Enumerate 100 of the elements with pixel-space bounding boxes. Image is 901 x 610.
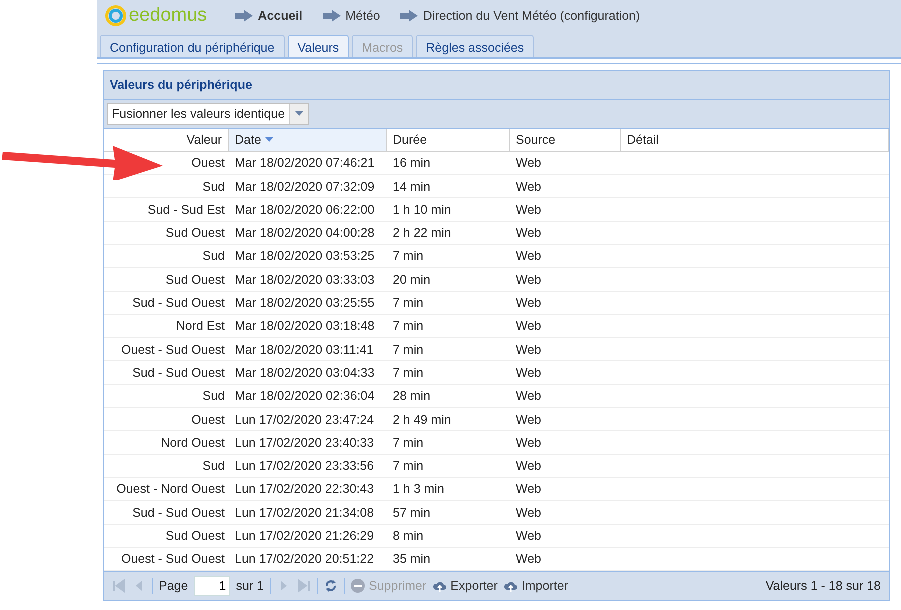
table-cell-text: Nord Ouest: [160, 434, 226, 452]
table-cell-text: 7 min: [392, 318, 425, 336]
page-field[interactable]: 1: [194, 576, 230, 596]
table-cell-text: Mar 18/02/2020 03:04:33: [234, 364, 376, 382]
table-cell-text: 35 min: [392, 551, 432, 568]
table-cell-text: Mar 18/02/2020 03:25:55: [234, 295, 376, 312]
table-cell-text: Mar 18/02/2020 03:18:48: [234, 318, 376, 336]
page-count: sur 1: [236, 578, 264, 593]
table-cell-text: Mar 18/02/2020 04:00:28: [234, 225, 376, 242]
caret-icon: [294, 110, 304, 117]
table-cell-text: Web: [515, 318, 542, 336]
table-cell-text: Mar 18/02/2020 06:22:00: [234, 202, 376, 219]
table-cell-text: Ouest: [190, 412, 226, 429]
refresh-icon: [324, 578, 338, 593]
table-cell-text: Sud Ouest: [164, 272, 226, 289]
table-cell-text: Web: [515, 178, 542, 196]
table-cell-text: Web: [515, 458, 542, 476]
tab[interactable]: Configuration du périphérique: [100, 34, 285, 57]
logo-icon: [105, 5, 127, 28]
tab[interactable]: Valeurs: [288, 34, 350, 57]
breadcrumb-link[interactable]: Accueil: [258, 9, 303, 24]
table-cell-text: 14 min: [392, 178, 432, 196]
sort-icon: [265, 136, 274, 143]
column-header[interactable]: Détail: [621, 128, 889, 152]
table-cell-text: Sud Ouest: [164, 528, 226, 546]
table-cell-text: Sud - Sud Ouest: [132, 504, 226, 522]
table-cell-text: Mar 18/02/2020 03:11:41: [234, 342, 375, 359]
table-cell-text: Sud: [202, 178, 226, 196]
column-header[interactable]: Source: [510, 128, 621, 152]
table-cell-text: Mar 18/02/2020 03:33:03: [234, 272, 376, 289]
first-page-icon: [112, 578, 126, 593]
table-cell-text: Web: [515, 202, 542, 219]
table-cell-text: Sud - Sud Ouest: [132, 295, 226, 312]
table-cell-text: Web: [515, 248, 542, 266]
table-cell-text: 7 min: [392, 364, 425, 382]
table-cell-text: Lun 17/02/2020 22:30:43: [234, 481, 376, 498]
column-header[interactable]: Durée: [387, 128, 510, 152]
table-cell-text: Web: [515, 272, 542, 289]
logo-text: eedomus: [129, 5, 208, 28]
table-cell-text: 1 h 3 min: [392, 481, 446, 498]
table-cell-text: Web: [515, 434, 542, 452]
table-cell-text: Web: [515, 295, 542, 312]
column-header[interactable]: Date: [229, 128, 387, 152]
table-cell-text: Mar 18/02/2020 07:46:21: [234, 155, 376, 172]
table-cell-text: Web: [515, 551, 542, 568]
table-cell-text: Sud: [202, 248, 226, 266]
arrow-icon: [235, 10, 254, 22]
import-button[interactable]: Importer: [504, 578, 568, 593]
table-cell-text: Sud: [202, 458, 226, 476]
table-cell-text: Sud - Sud Ouest: [132, 364, 226, 382]
table-cell-text: Web: [515, 342, 542, 359]
table-cell-text: Ouest - Sud Ouest: [120, 342, 226, 359]
table-cell-text: Ouest - Nord Ouest: [116, 481, 226, 498]
panel-title: Valeurs du périphérique: [104, 70, 889, 100]
table-cell-text: Web: [515, 388, 542, 406]
table-cell-text: 7 min: [392, 434, 425, 452]
table-cell-text: 28 min: [392, 388, 432, 406]
table-cell-text: 2 h 49 min: [392, 412, 452, 429]
table-cell-text: Web: [515, 155, 542, 172]
table-cell-text: Lun 17/02/2020 20:51:22: [234, 551, 376, 568]
tab[interactable]: Règles associées: [416, 34, 534, 57]
table-cell-text: Lun 17/02/2020 23:47:24: [234, 412, 376, 429]
table-cell-text: 7 min: [392, 295, 425, 312]
table-cell-text: Mar 18/02/2020 03:53:25: [234, 248, 376, 266]
table-cell-text: 20 min: [392, 272, 432, 289]
column-header[interactable]: Valeur: [104, 128, 229, 152]
arrow-icon: [400, 10, 418, 22]
breadcrumb-link[interactable]: Météo: [346, 9, 380, 24]
table-cell-text: Web: [515, 225, 542, 242]
page-label: Page: [159, 578, 188, 593]
breadcrumb-link[interactable]: Direction du Vent Météo (configuration): [423, 9, 640, 24]
table-cell-text: Ouest - Sud Ouest: [120, 551, 226, 568]
table-cell-text: 8 min: [392, 528, 425, 546]
table-cell-text: Web: [515, 412, 542, 429]
table-cell-text: Nord Est: [175, 318, 226, 336]
table-cell-text: Web: [515, 504, 542, 522]
arrow-icon: [322, 10, 341, 22]
minus-circle-icon: [351, 578, 367, 593]
table-cell-text: Lun 17/02/2020 21:34:08: [234, 504, 376, 522]
table-cell-text: 7 min: [392, 342, 425, 359]
table-cell-text: Web: [515, 481, 542, 498]
table-cell-text: 57 min: [392, 504, 432, 522]
last-page-icon: [297, 578, 311, 593]
table-cell-text: Lun 17/02/2020 21:26:29: [234, 528, 376, 546]
table-cell-text: Web: [515, 528, 542, 546]
table-cell-text: Web: [515, 364, 542, 382]
record-count: Valeurs 1 - 18 sur 18: [766, 578, 881, 593]
merge-dropdown[interactable]: Fusionner les valeurs identique: [107, 102, 310, 125]
table-cell-text: 2 h 22 min: [392, 225, 452, 242]
table-cell-text: Ouest: [190, 155, 226, 172]
table-cell-text: Sud - Sud Est: [146, 202, 226, 219]
export-button[interactable]: Exporter: [432, 578, 498, 593]
table-cell-text: Mar 18/02/2020 02:36:04: [234, 388, 376, 406]
table-cell-text: 7 min: [392, 248, 425, 266]
table-cell-text: Mar 18/02/2020 07:32:09: [234, 178, 376, 196]
refresh-button[interactable]: [324, 578, 338, 593]
table-cell-text: 16 min: [392, 155, 432, 172]
table-cell-text: Sud Ouest: [164, 225, 226, 242]
table-cell-text: 7 min: [392, 458, 425, 476]
table-cell-text: Sud: [202, 388, 226, 406]
